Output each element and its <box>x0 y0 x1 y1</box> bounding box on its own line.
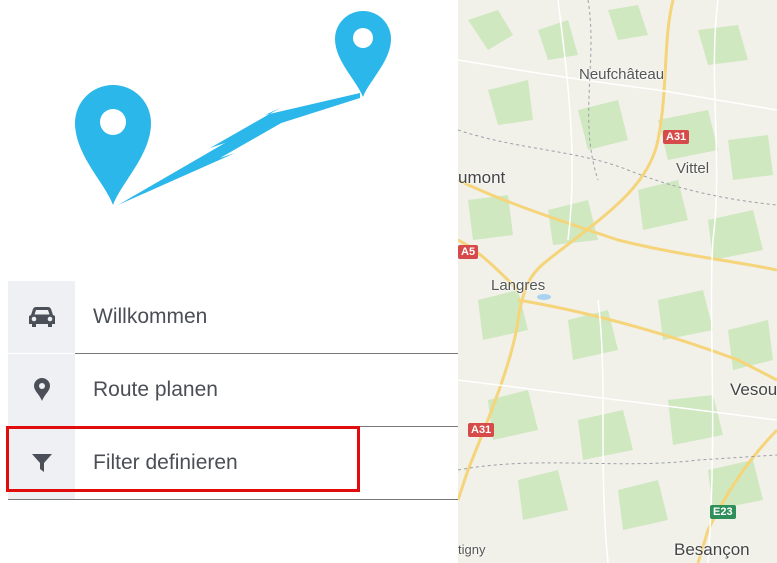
menu-item-route-planen[interactable]: Route planen <box>8 354 458 427</box>
menu-item-willkommen[interactable]: Willkommen <box>8 281 458 354</box>
town-label: Vesou <box>730 380 777 399</box>
route-logo <box>75 11 391 205</box>
menu-label-route-planen: Route planen <box>93 378 218 401</box>
divider <box>8 499 458 500</box>
menu-item-filter-definieren[interactable]: Filter definieren <box>6 426 458 500</box>
sidebar: Willkommen Route planen Filter definiere… <box>0 0 458 563</box>
lake <box>537 294 551 300</box>
town-label: umont <box>458 168 506 187</box>
road-shield: E23 <box>710 505 736 519</box>
town-label: Besançon <box>674 540 750 559</box>
car-icon <box>28 307 55 327</box>
nav-menu: Willkommen Route planen Filter definiere… <box>6 281 458 500</box>
town-label: Langres <box>491 277 546 294</box>
start-pin-icon <box>75 85 151 205</box>
map-pin-icon <box>33 378 50 401</box>
town-label: Neufchâteau <box>579 66 665 83</box>
menu-label-willkommen: Willkommen <box>93 305 208 328</box>
road-shield: A31 <box>468 423 495 437</box>
map-view[interactable]: Neufchâteau Vittel umont Langres Vesou B… <box>458 0 777 563</box>
selection-highlight <box>6 426 360 492</box>
town-label: Vittel <box>676 160 710 177</box>
end-pin-icon <box>335 11 391 97</box>
route-connector-bolt <box>118 93 360 205</box>
road-shield: A31 <box>663 130 690 144</box>
road-shield: A5 <box>458 245 479 259</box>
town-label: tigny <box>458 542 486 557</box>
